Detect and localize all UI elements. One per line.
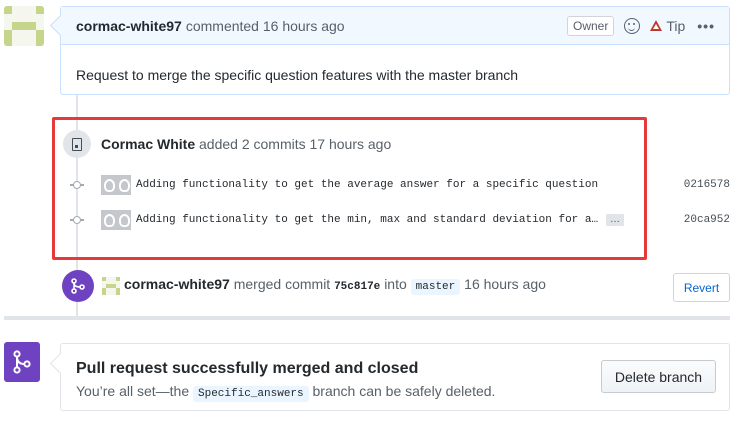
tip-label: Tip (666, 17, 686, 34)
comment-box: cormac-white97 commented 16 hours ago Ow… (60, 6, 730, 95)
source-branch-label[interactable]: Specific_answers (193, 386, 309, 402)
merger-avatar[interactable] (102, 277, 120, 295)
merge-status-box: Pull request successfully merged and clo… (60, 343, 730, 411)
revert-button[interactable]: Revert (673, 273, 730, 302)
comment-author-link[interactable]: cormac-white97 (76, 18, 182, 34)
merger-author-link[interactable]: cormac-white97 (124, 276, 230, 292)
merge-commit-sha-link[interactable]: 75c817e (334, 281, 380, 293)
timeline-divider (4, 316, 730, 320)
comment-header: cormac-white97 commented 16 hours ago Ow… (61, 7, 729, 45)
merged-commit-label: merged commit (233, 276, 331, 292)
delete-branch-button[interactable]: Delete branch (601, 360, 716, 393)
comment-timestamp[interactable]: commented 16 hours ago (186, 18, 345, 34)
merge-timestamp[interactable]: 16 hours ago (464, 276, 546, 292)
comment-body: Request to merge the specific question f… (76, 67, 519, 83)
target-branch-label[interactable]: master (410, 279, 461, 295)
merge-event-text: cormac-white97 merged commit 75c817e int… (124, 276, 546, 295)
owner-badge: Owner (567, 15, 615, 36)
tip-icon (650, 20, 663, 31)
merge-status-sub-before: You’re all set—the (76, 383, 190, 399)
merged-status-icon (4, 342, 40, 382)
tip-button[interactable]: Tip (650, 18, 685, 34)
commit-sha-link[interactable]: 0216578 (684, 179, 730, 191)
merge-status-sub-after: branch can be safely deleted. (312, 383, 496, 399)
commit-sha-link[interactable]: 20ca952 (684, 214, 730, 226)
add-reaction-icon[interactable] (624, 17, 641, 34)
highlight-box (52, 117, 647, 260)
commenter-avatar[interactable] (4, 6, 44, 46)
git-merge-icon (62, 270, 94, 302)
merge-status-subtitle: You’re all set—the Specific_answers bran… (76, 383, 496, 402)
more-options-icon[interactable]: ••• (697, 18, 715, 34)
merge-status-title: Pull request successfully merged and clo… (76, 360, 419, 377)
into-label: into (384, 276, 407, 292)
